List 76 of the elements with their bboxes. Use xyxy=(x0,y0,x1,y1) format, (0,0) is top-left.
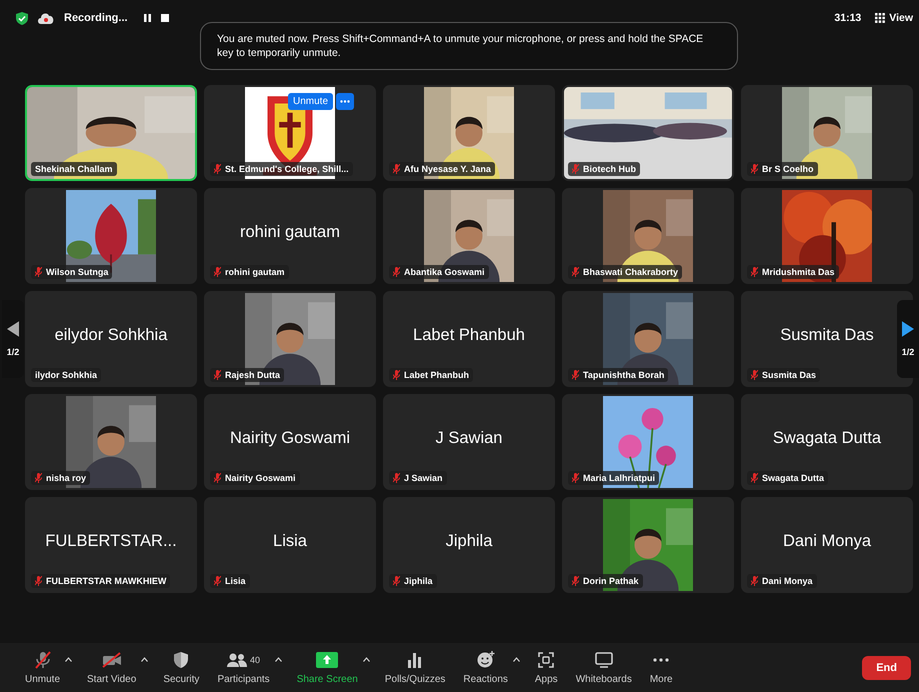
security-button[interactable]: Security xyxy=(160,650,202,684)
name-label: Abantika Goswami xyxy=(389,265,489,279)
name-label: Labet Phanbuh xyxy=(389,368,473,382)
name-label: Shekinah Challam xyxy=(31,162,117,176)
name-label: Nairity Goswami xyxy=(210,471,300,485)
muted-mic-icon xyxy=(34,650,50,668)
name-label: Mridushmita Das xyxy=(747,265,839,279)
participants-button[interactable]: 40 Participants xyxy=(214,650,273,684)
name-label: Afu Nyesase Y. Jana xyxy=(389,162,495,176)
name-label: rohini gautam xyxy=(210,265,289,279)
whiteboards-button[interactable]: Whiteboards xyxy=(572,650,635,684)
name-label: Br S Coelho xyxy=(747,162,818,176)
end-button[interactable]: End xyxy=(862,656,911,680)
participant-name: rohini gautam xyxy=(240,222,340,242)
reactions-button[interactable]: Reactions xyxy=(460,650,511,684)
monitor-icon xyxy=(594,652,613,668)
name-label: Tapunishtha Borah xyxy=(568,368,668,382)
pause-icon[interactable] xyxy=(142,14,152,22)
people-icon xyxy=(227,652,248,666)
participant-name: FULBERTSTAR... xyxy=(45,532,177,552)
participant-name: Susmita Das xyxy=(780,326,874,346)
caret-icon[interactable] xyxy=(274,656,282,662)
more-options-button[interactable] xyxy=(336,93,354,110)
caret-icon[interactable] xyxy=(141,656,148,662)
cloud-icon xyxy=(37,12,55,24)
recording-label: Recording... xyxy=(64,12,128,24)
shield-icon[interactable] xyxy=(16,12,28,24)
apps-button[interactable]: Apps xyxy=(532,650,561,684)
bar-chart-icon xyxy=(408,652,422,668)
meeting-timer: 31:13 xyxy=(834,12,862,24)
name-label: J Sawian xyxy=(389,471,447,485)
name-label: nisha roy xyxy=(31,471,90,485)
name-label: Bhaswati Chakraborty xyxy=(568,265,682,279)
name-label: Dorin Pathak xyxy=(568,574,643,588)
shield-icon xyxy=(174,652,188,668)
apps-icon xyxy=(538,652,554,668)
name-label: Wilson Sutnga xyxy=(31,265,112,279)
video-off-icon xyxy=(102,652,122,668)
smiley-icon xyxy=(476,651,495,668)
participant-name: Labet Phanbuh xyxy=(413,326,525,346)
participant-name: J Sawian xyxy=(436,428,502,448)
unmute-button[interactable]: Unmute xyxy=(288,93,333,110)
share-screen-icon xyxy=(316,652,338,668)
left-arrow-icon xyxy=(7,321,19,337)
participant-name: Jiphila xyxy=(446,532,492,552)
name-label: Swagata Dutta xyxy=(747,471,828,485)
name-label: Lisia xyxy=(210,574,250,588)
view-button[interactable]: View xyxy=(875,12,913,24)
name-label: Dani Monya xyxy=(747,574,817,588)
dots-icon xyxy=(340,100,350,103)
muted-notice: You are muted now. Press Shift+Command+A to unmute your microphone, or press and hold the SPACE key to temporarily unmute. xyxy=(200,22,738,70)
name-label: Susmita Das xyxy=(747,368,820,382)
name-label: Biotech Hub xyxy=(568,162,640,176)
caret-icon[interactable] xyxy=(362,656,370,662)
name-label: St. Edmund's College, Shill... xyxy=(210,162,353,176)
stop-icon[interactable] xyxy=(160,14,169,22)
dots-icon xyxy=(653,658,670,662)
mic-button[interactable]: Unmute xyxy=(22,650,64,684)
name-label: ilydor Sohkhia xyxy=(31,368,102,382)
participant-name: Lisia xyxy=(273,532,307,552)
polls-button[interactable]: Polls/Quizzes xyxy=(382,650,448,684)
name-label: Rajesh Dutta xyxy=(210,368,284,382)
grid-icon xyxy=(875,13,886,23)
more-button[interactable]: More xyxy=(646,650,676,684)
caret-icon[interactable] xyxy=(512,656,520,662)
participant-name: Swagata Dutta xyxy=(772,428,882,448)
participant-name: Dani Monya xyxy=(782,532,872,552)
participant-name: eilydor Sohkhia xyxy=(54,326,168,346)
right-arrow-icon xyxy=(902,321,914,337)
name-label: FULBERTSTAR MAWKHIEW xyxy=(31,574,170,588)
share-button[interactable]: Share Screen xyxy=(294,650,361,684)
name-label: Jiphila xyxy=(389,574,437,588)
caret-icon[interactable] xyxy=(65,656,72,662)
video-button[interactable]: Start Video xyxy=(84,650,140,684)
name-label: Maria Lalhriatpui xyxy=(568,471,660,485)
participant-name: Nairity Goswami xyxy=(230,428,350,448)
